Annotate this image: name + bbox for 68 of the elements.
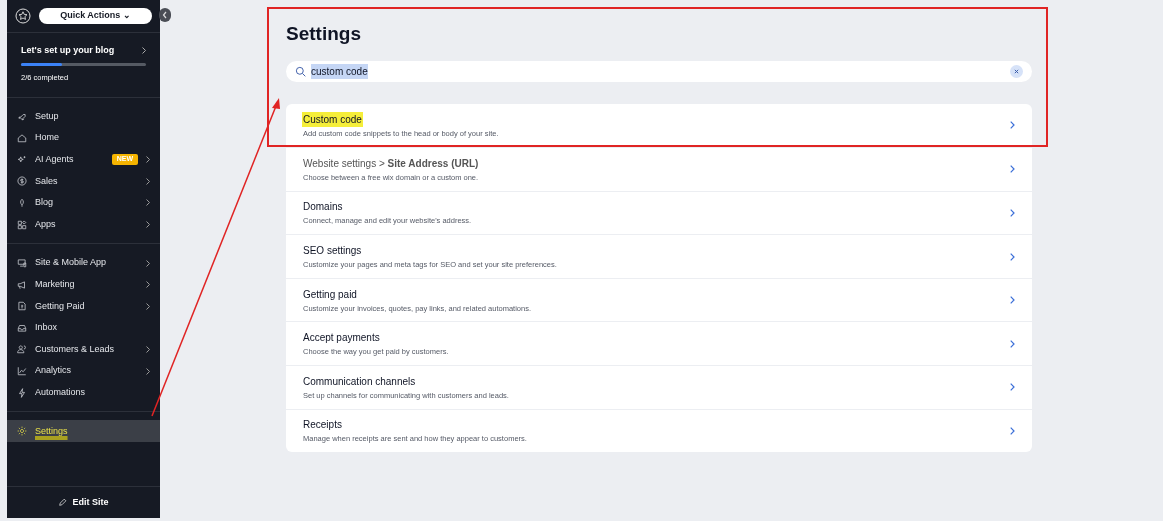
nav-label: AI Agents — [35, 153, 75, 166]
chevron-right-icon — [1010, 383, 1015, 392]
nav-item[interactable]: Sales — [7, 170, 160, 193]
chevron-left-icon — [162, 11, 168, 19]
result-title: Getting paid — [303, 287, 357, 302]
nav-label: Blog — [35, 196, 54, 210]
receipt-icon — [17, 301, 27, 312]
nav-item[interactable]: Inbox — [7, 317, 160, 339]
home-icon — [17, 133, 27, 144]
page-title: Settings — [286, 22, 362, 46]
nav-label: Apps — [35, 217, 57, 231]
nav-item[interactable]: Getting Paid — [7, 295, 160, 318]
nav-label: Sales — [35, 174, 59, 188]
setup-title: Let's set up your blog — [21, 44, 115, 57]
result-title: Custom code — [302, 111, 363, 127]
result-title: Accept payments — [303, 331, 380, 346]
devices-icon — [17, 258, 27, 269]
nav-item[interactable]: Marketing — [7, 273, 160, 296]
search-field[interactable]: custom code — [286, 60, 1032, 82]
nav-label: Home — [35, 131, 60, 145]
nav-item[interactable]: Blog — [7, 192, 160, 214]
result-title: Communication channels — [303, 374, 416, 389]
chevron-right-icon — [142, 47, 146, 55]
chart-line-icon — [17, 366, 27, 377]
edit-site-button[interactable]: Edit Site — [58, 495, 109, 510]
nav-item[interactable]: Settings — [7, 420, 160, 443]
result-title: Domains — [303, 200, 343, 215]
gear-icon — [17, 426, 27, 437]
nav-label: Marketing — [35, 277, 76, 291]
quick-actions-button[interactable]: Quick Actions ⌄ — [39, 8, 152, 24]
chevron-right-icon — [1010, 426, 1015, 435]
nav-label: Getting Paid — [35, 299, 86, 313]
chevron-right-icon — [1010, 209, 1015, 217]
nav-item[interactable]: Customers & Leads — [7, 338, 160, 361]
result-title: Receipts — [303, 418, 342, 433]
nav-item[interactable]: Automations — [7, 381, 160, 404]
nav-item[interactable]: Analytics — [7, 360, 160, 382]
nav-label: Inbox — [35, 321, 59, 335]
nav-label: Analytics — [35, 364, 72, 378]
apps-icon — [17, 219, 27, 230]
search-icon — [295, 65, 306, 77]
megaphone-icon — [17, 279, 27, 290]
nav-item[interactable]: Site & Mobile App — [7, 252, 160, 274]
clear-search-button[interactable] — [1010, 64, 1023, 78]
pencil-icon — [58, 498, 68, 507]
nav-label: Customers & Leads — [35, 342, 116, 356]
people-icon — [17, 344, 27, 355]
inbox-icon — [17, 322, 27, 333]
nav-label: Automations — [35, 385, 87, 399]
result-title: Website settings > Site Address (URL) — [303, 156, 479, 171]
nav-item[interactable]: Apps — [7, 213, 160, 236]
pen-nib-icon — [17, 197, 27, 208]
chevron-right-icon — [1010, 296, 1015, 305]
chevron-right-icon — [1010, 252, 1015, 261]
nav-label: Setup — [35, 109, 60, 123]
chevron-right-icon — [1010, 121, 1015, 130]
lightning-icon — [17, 387, 27, 398]
chevron-right-icon — [1010, 165, 1015, 174]
result-title: SEO settings — [303, 243, 362, 258]
nav-label: Site & Mobile App — [35, 256, 108, 270]
nav-item[interactable]: Setup — [7, 105, 160, 128]
rocket-icon — [17, 111, 27, 122]
sparkle-icon — [17, 154, 27, 165]
nav-item[interactable]: Home — [7, 127, 160, 149]
close-icon — [1014, 68, 1019, 74]
nav-label: Settings — [35, 424, 68, 438]
chevron-right-icon — [1010, 339, 1015, 348]
collapse-button[interactable] — [159, 8, 171, 22]
